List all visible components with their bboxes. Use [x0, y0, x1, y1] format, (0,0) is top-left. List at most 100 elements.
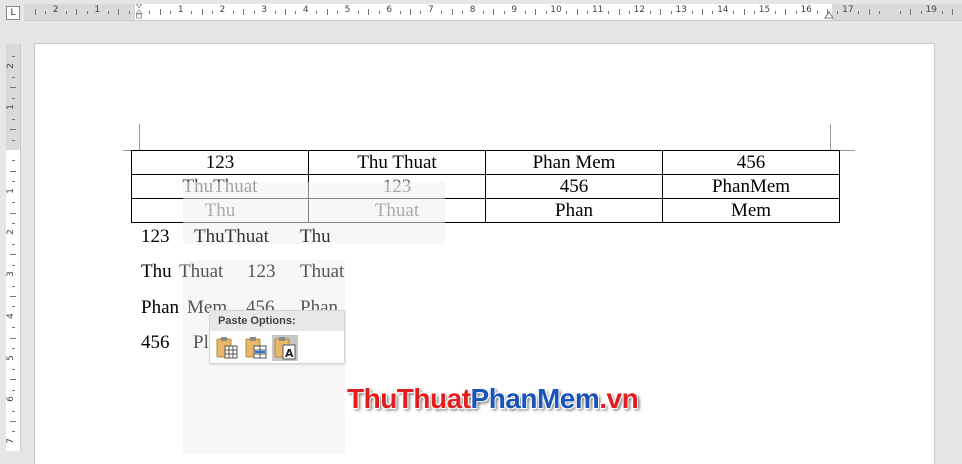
ruler-tick: [10, 295, 16, 297]
ruler-tick: [12, 222, 15, 224]
ruler-tick: [378, 11, 380, 14]
ruler-tick: [837, 11, 839, 14]
table-cell[interactable]: Mem: [662, 198, 840, 223]
ruler-tick: [618, 9, 620, 15]
tab-selector-button[interactable]: L: [6, 6, 20, 20]
table-cell[interactable]: 456: [485, 174, 663, 199]
ruler-tick: [535, 9, 537, 15]
ruler-number: 3: [5, 271, 16, 277]
paste-options-title: Paste Options:: [210, 311, 344, 331]
ruler-tick: [66, 11, 68, 14]
ruler-tick: [86, 11, 88, 14]
ruler-number: 3: [261, 5, 267, 15]
ruler-tick: [441, 11, 443, 14]
ruler-tick: [774, 11, 776, 14]
ruler-tick: [410, 9, 412, 15]
ruler-number: 2: [219, 5, 226, 15]
ruler-tick: [12, 306, 15, 308]
ruler-tick: [608, 11, 610, 14]
ruler-tick: [941, 11, 943, 14]
paragraph-text[interactable]: Thuat: [300, 261, 344, 283]
ruler-tick: [274, 11, 276, 14]
ruler-tick: [357, 11, 359, 14]
table-row: 123 Thu Thuat Phan Mem 456: [131, 150, 840, 175]
ruler-number: 13: [675, 5, 687, 15]
margin-corner-right: [830, 124, 855, 151]
ruler-tick: [712, 11, 714, 14]
first-line-indent-marker[interactable]: [134, 4, 144, 20]
paragraph-text[interactable]: 123: [247, 261, 276, 283]
ruler-tick: [493, 9, 495, 15]
ruler-tick: [337, 11, 339, 14]
paragraph-text[interactable]: Phan: [141, 297, 179, 319]
ruler-tick: [107, 11, 109, 14]
paragraph-text[interactable]: Thu: [141, 261, 172, 283]
ruler-tick: [785, 9, 787, 15]
ruler-tick: [816, 11, 818, 14]
horizontal-ruler[interactable]: 2 1 1 2 3 4 5 6 7 8 9 10 11 12 13 14 15 16 17 19: [24, 4, 962, 21]
ruler-number: 8: [469, 5, 476, 15]
ruler-tick: [691, 11, 693, 14]
ruler-number: 14: [717, 5, 729, 15]
table-cell[interactable]: Thu Thuat: [308, 150, 486, 175]
ruler-tick: [76, 9, 78, 15]
ruler-tick: [10, 337, 16, 339]
table-cell[interactable]: Phan Mem: [485, 150, 663, 175]
ruler-tick: [12, 181, 15, 183]
ruler-number: 1: [177, 5, 184, 15]
ruler-number: 17: [842, 5, 854, 15]
ruler-tick: [754, 11, 756, 14]
ruler-tick: [483, 11, 485, 14]
ruler-tick: [743, 9, 745, 15]
watermark-part2: PhanMem: [470, 383, 600, 414]
ruler-tick: [566, 11, 568, 14]
ruler-tick: [10, 87, 16, 89]
ruler-tick: [284, 9, 286, 15]
ruler-number: 16: [800, 5, 812, 15]
table-cell[interactable]: 123: [131, 150, 309, 175]
table-cell[interactable]: 456: [662, 150, 840, 175]
ruler-tick: [795, 11, 797, 14]
ruler-tick: [10, 421, 16, 423]
ruler-tick: [12, 410, 15, 412]
watermark-part3: .vn: [599, 383, 639, 414]
ruler-tick: [253, 11, 255, 14]
vertical-ruler[interactable]: 2 1 1 2 3 4 5 6 7: [6, 44, 21, 451]
ruler-number: 15: [758, 5, 771, 15]
ruler-number: 19: [925, 5, 938, 15]
merge-table-button[interactable]: [243, 335, 269, 361]
ruler-tick: [45, 11, 47, 14]
paragraph-text[interactable]: Thuat: [179, 261, 223, 283]
right-indent-marker[interactable]: [824, 4, 834, 20]
keep-text-only-button[interactable]: A: [272, 335, 298, 361]
ruler-number: 12: [633, 5, 646, 15]
ruler-tick: [868, 9, 870, 15]
ruler-number: 4: [5, 312, 16, 319]
ruler-tick: [295, 11, 297, 14]
ruler-tick: [191, 11, 193, 14]
table-cell[interactable]: Phan: [485, 198, 663, 223]
paragraph-text[interactable]: ThuThuat: [194, 226, 269, 248]
ruler-tick: [326, 9, 328, 15]
site-watermark-logo: ThuThuatPhanMem.vn: [347, 383, 639, 415]
ruler-number: 10: [550, 5, 562, 15]
table-cell[interactable]: PhanMem: [662, 174, 840, 199]
ruler-tick: [12, 348, 15, 350]
ruler-tick: [149, 11, 151, 14]
ruler-number: 11: [591, 5, 604, 15]
ruler-number: 5: [344, 5, 351, 15]
ruler-tick: [12, 202, 15, 204]
paragraph-text[interactable]: Thu: [300, 226, 331, 248]
keep-source-formatting-button[interactable]: [214, 335, 240, 361]
paragraph-text[interactable]: 123: [141, 226, 170, 248]
paragraph-text[interactable]: 456: [141, 332, 170, 354]
ruler-tick: [649, 11, 651, 14]
ruler-tick: [420, 11, 422, 14]
ruler-tick: [827, 9, 829, 15]
ruler-tick: [12, 139, 15, 141]
paragraph-text[interactable]: Pl: [193, 332, 209, 354]
ruler-tick: [952, 9, 954, 15]
paste-options-popup: Paste Options: A: [209, 310, 345, 364]
ruler-tick: [128, 11, 130, 14]
watermark-part1: ThuThuat: [347, 383, 471, 414]
